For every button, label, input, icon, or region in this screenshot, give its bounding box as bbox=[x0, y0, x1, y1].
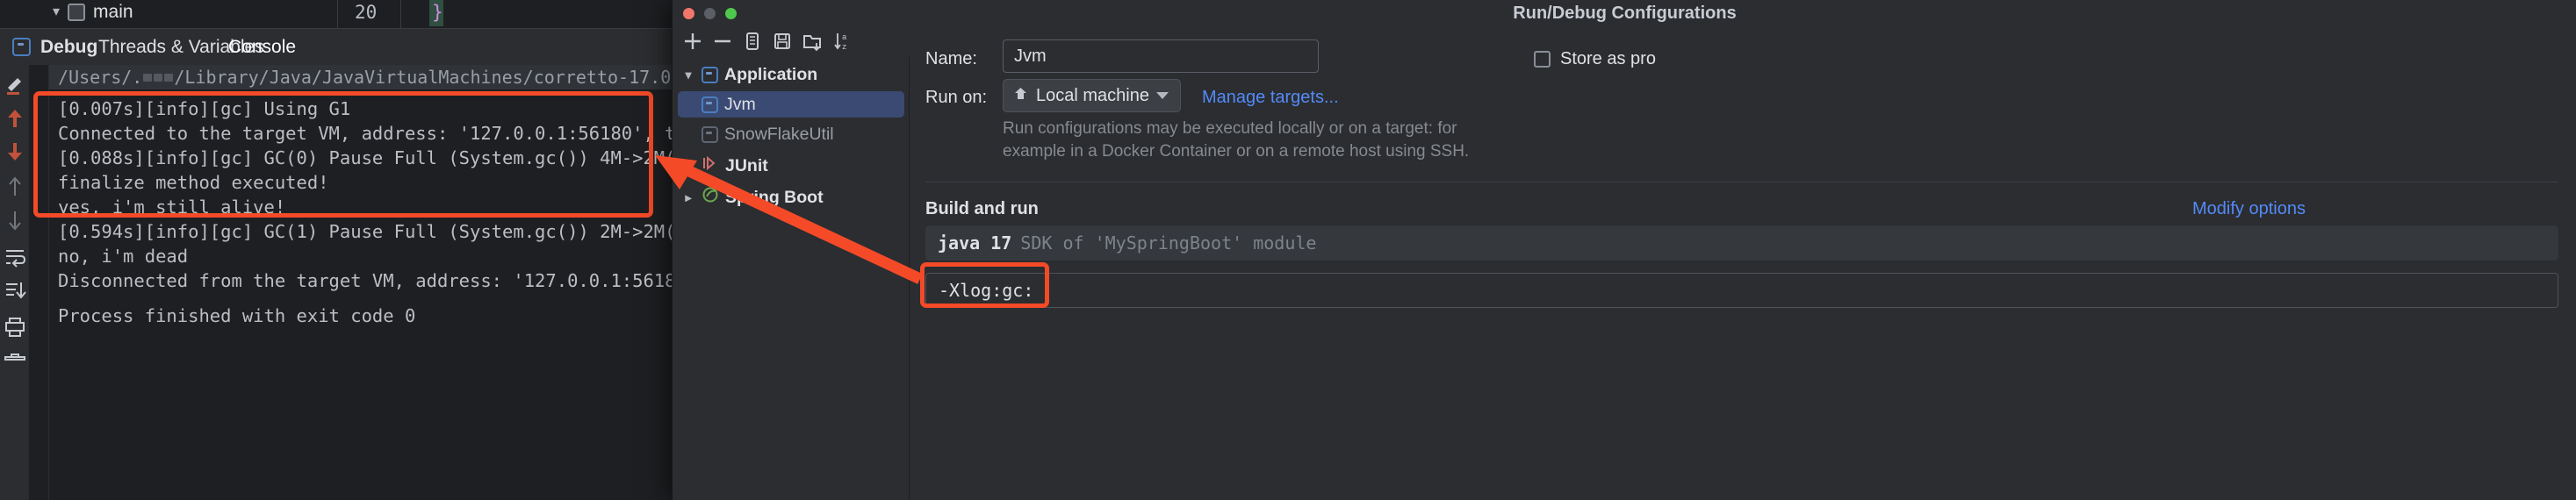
name-label: Name: bbox=[925, 49, 977, 68]
store-as-project-file-label: Store as pro bbox=[1560, 49, 1656, 68]
chevron-down-icon: ▾ bbox=[685, 67, 692, 82]
scroll-to-end-icon[interactable] bbox=[0, 275, 30, 305]
checkbox-icon bbox=[1534, 51, 1551, 68]
thread-label: main bbox=[93, 2, 133, 22]
tree-group-application-label: Application bbox=[724, 64, 818, 84]
previous-occurrence-icon[interactable] bbox=[0, 172, 30, 202]
masked-segment-3 bbox=[164, 73, 174, 82]
configuration-icon bbox=[702, 96, 718, 113]
console-fold-gutter bbox=[30, 65, 49, 500]
jdk-description: SDK of 'MySpringBoot' module bbox=[1020, 232, 1317, 254]
editor-divider-mid bbox=[400, 0, 401, 29]
run-on-label: Run on: bbox=[925, 88, 988, 107]
screenshot-root: ▾ main 20 } Debug Threads & Variables Co… bbox=[0, 0, 2576, 500]
run-on-hint-line-2: example in a Docker Container or on a re… bbox=[1003, 142, 1470, 161]
tab-console[interactable]: Console bbox=[228, 29, 296, 65]
chevron-right-icon: ▸ bbox=[685, 158, 692, 173]
save-configuration-icon[interactable] bbox=[767, 26, 797, 56]
build-and-run-label: Build and run bbox=[925, 199, 1039, 218]
tree-item-jvm[interactable]: Jvm bbox=[678, 91, 904, 118]
editor-divider-left bbox=[337, 0, 338, 29]
wrap-text-icon[interactable] bbox=[0, 242, 30, 272]
tree-item-snowflakeutil-label: SnowFlakeUtil bbox=[724, 124, 834, 144]
run-on-hint-line-1: Run configurations may be executed local… bbox=[1003, 119, 1457, 138]
application-icon bbox=[702, 66, 718, 83]
add-configuration-icon[interactable] bbox=[678, 26, 708, 56]
next-occurrence-icon[interactable] bbox=[0, 205, 30, 235]
debug-tool-window-title[interactable]: Debug bbox=[12, 29, 97, 65]
thread-node-main[interactable]: ▾ main bbox=[53, 0, 133, 25]
toolbox-icon[interactable] bbox=[0, 347, 30, 377]
chevron-right-icon: ▸ bbox=[685, 189, 692, 204]
thread-icon bbox=[68, 4, 86, 21]
name-input-value: Jvm bbox=[1014, 46, 1047, 66]
tree-item-snowflakeutil[interactable]: SnowFlakeUtil bbox=[678, 121, 904, 147]
name-input[interactable]: Jvm bbox=[1003, 39, 1319, 73]
scroll-up-icon[interactable] bbox=[0, 104, 30, 133]
store-as-project-file-checkbox[interactable]: Store as pro bbox=[1534, 49, 1656, 69]
tab-console-label: Console bbox=[228, 36, 297, 57]
tree-group-application[interactable]: ▾ Application bbox=[678, 61, 904, 88]
run-on-value: Local machine bbox=[1036, 85, 1149, 105]
masked-segment-1 bbox=[143, 73, 153, 82]
tree-group-junit[interactable]: ▸ JUnit bbox=[678, 153, 904, 179]
vm-options-input[interactable]: -Xlog:gc: bbox=[925, 273, 2558, 308]
tree-group-spring-boot[interactable]: ▸ Spring Boot bbox=[678, 184, 904, 211]
run-debug-configurations-dialog: Run/Debug Configurations a z ▾ Applicati… bbox=[672, 0, 2576, 500]
local-machine-icon bbox=[1013, 86, 1028, 106]
tree-item-jvm-label: Jvm bbox=[724, 94, 756, 114]
jdk-select[interactable]: java 17 SDK of 'MySpringBoot' module bbox=[925, 225, 2558, 261]
modify-options-link[interactable]: Modify options bbox=[2192, 199, 2306, 219]
masked-segment-2 bbox=[154, 73, 163, 82]
junit-icon bbox=[702, 154, 719, 177]
copy-configuration-icon[interactable] bbox=[738, 26, 767, 56]
debug-icon bbox=[12, 38, 31, 56]
soft-wrap-icon[interactable] bbox=[0, 70, 30, 100]
editor-brace: } bbox=[432, 2, 443, 23]
svg-text:z: z bbox=[842, 43, 846, 52]
run-on-select[interactable]: Local machine bbox=[1003, 79, 1181, 112]
scroll-down-icon[interactable] bbox=[0, 137, 30, 167]
svg-text:a: a bbox=[842, 33, 847, 42]
configuration-form: Name: Jvm Store as pro Run on: Local mac… bbox=[910, 30, 2576, 500]
print-icon[interactable] bbox=[0, 312, 30, 342]
command-line-prefix: /Users/. bbox=[58, 67, 143, 88]
chevron-down-icon: ▾ bbox=[53, 4, 61, 19]
tree-group-spring-boot-label: Spring Boot bbox=[725, 187, 824, 207]
spring-boot-icon bbox=[702, 186, 719, 209]
configurations-tree: ▾ Application Jvm SnowFlakeUtil ▸ JUnit … bbox=[673, 56, 910, 500]
console-gutter-toolbar bbox=[0, 65, 30, 500]
manage-targets-link[interactable]: Manage targets... bbox=[1202, 88, 1339, 108]
dialog-title: Run/Debug Configurations bbox=[1513, 4, 1737, 23]
move-into-folder-icon[interactable] bbox=[797, 26, 827, 56]
remove-configuration-icon[interactable] bbox=[708, 26, 738, 56]
chevron-down-icon bbox=[1156, 92, 1169, 99]
dialog-title-bar: Run/Debug Configurations bbox=[673, 0, 2576, 26]
vm-options-value: -Xlog:gc: bbox=[939, 280, 1034, 301]
editor-line-number: 20 bbox=[355, 2, 378, 23]
tree-group-junit-label: JUnit bbox=[725, 155, 768, 175]
dialog-toolbar: a z bbox=[673, 26, 910, 56]
sort-configurations-icon[interactable]: a z bbox=[827, 26, 857, 56]
configuration-icon bbox=[702, 125, 718, 143]
jdk-name: java 17 bbox=[938, 232, 1012, 254]
debug-title-label: Debug bbox=[40, 36, 98, 57]
